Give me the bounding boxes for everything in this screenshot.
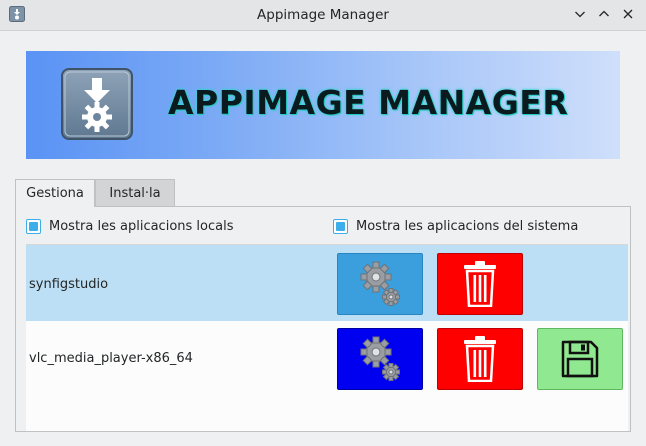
banner-title: APPIMAGE MANAGER [168,83,569,122]
delete-button[interactable] [437,328,523,390]
chevron-up-icon [599,10,609,17]
trash-icon [464,336,496,382]
app-name: vlc_media_player-x86_64 [29,351,193,366]
window-title: Appimage Manager [257,7,389,23]
list-item[interactable]: synfigstudio [26,245,628,321]
settings-button[interactable] [337,253,423,315]
show-system-apps-checkbox[interactable]: Mostra les aplicacions del sistema [333,219,578,234]
checkbox-box[interactable] [333,219,348,234]
checkbox-label: Mostra les aplicacions locals [49,219,234,234]
gear-icon [360,261,400,306]
close-button[interactable] [620,6,636,22]
gear-icon [360,336,400,381]
minimize-button[interactable] [572,6,588,22]
floppy-disk-icon [561,340,599,378]
save-button[interactable] [537,328,623,390]
maximize-button[interactable] [596,6,612,22]
show-local-apps-checkbox[interactable]: Mostra les aplicacions locals [26,219,233,234]
tab-label: Gestiona [26,186,84,201]
trash-icon [464,261,496,307]
tab-gestiona[interactable]: Gestiona [15,179,95,207]
header-banner: APPIMAGE MANAGER [26,51,620,159]
checkbox-box[interactable] [26,219,41,234]
tab-label: Instal·la [109,185,161,201]
delete-button[interactable] [437,253,523,315]
close-icon [623,9,633,19]
title-bar: Appimage Manager [0,0,646,31]
app-list: synfigstudio vlc_media_player-x86_64 [26,244,628,431]
checkbox-label: Mostra les aplicacions del sistema [356,219,579,234]
settings-button[interactable] [337,328,423,390]
list-item[interactable]: vlc_media_player-x86_64 [26,321,628,397]
tab-installa[interactable]: Instal·la [95,179,175,206]
chevron-down-icon [575,11,585,18]
appimage-install-icon [61,68,133,140]
app-name: synfigstudio [29,277,109,292]
